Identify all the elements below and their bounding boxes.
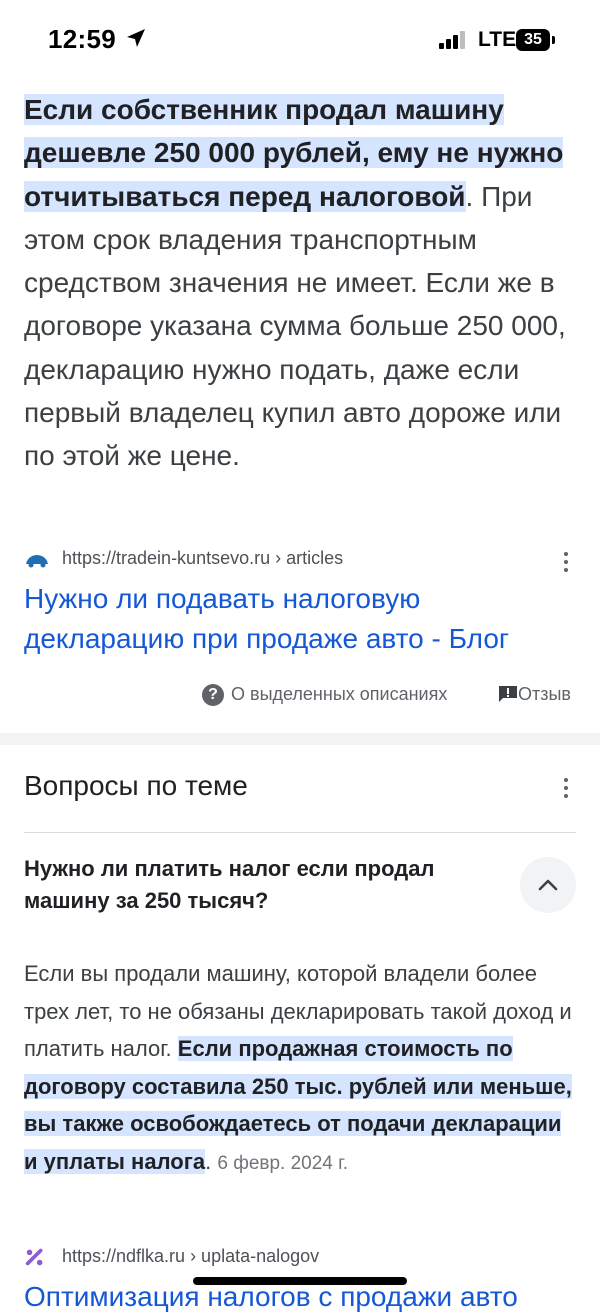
clock: 12:59	[48, 24, 116, 54]
result-title-link[interactable]: Нужно ли подавать налоговую декларацию п…	[24, 579, 580, 659]
cellular-signal-icon	[439, 31, 467, 49]
section-divider	[0, 733, 600, 745]
related-divider	[24, 832, 576, 833]
result-source[interactable]: https://tradein-kuntsevo.ru › articles	[24, 546, 580, 574]
help-icon[interactable]: ?	[202, 684, 224, 706]
related-questions-title: Вопросы по теме	[24, 770, 248, 801]
snippet-rest: . При этом срок владения транспортным ср…	[24, 180, 566, 472]
network-type: LTE	[478, 28, 517, 51]
related-answer: Если вы продали машину, которой владели …	[24, 955, 576, 1182]
site-favicon-icon	[26, 555, 48, 568]
feedback-link[interactable]: Отзыв	[518, 684, 571, 705]
battery-level: 35	[516, 29, 550, 51]
location-arrow-icon	[127, 29, 145, 47]
related-question[interactable]: Нужно ли платить налог если продал машин…	[24, 853, 494, 917]
related-more-options-icon[interactable]	[554, 776, 578, 800]
answer-source[interactable]: https://ndflka.ru › uplata-nalogov	[24, 1246, 580, 1274]
home-indicator[interactable]	[193, 1277, 407, 1285]
site-favicon-icon	[25, 1248, 43, 1266]
answer-source-url[interactable]: https://ndflka.ru › uplata-nalogov	[62, 1246, 319, 1267]
answer-end: .	[205, 1148, 212, 1174]
collapse-button[interactable]	[520, 857, 576, 913]
battery-icon: 35	[516, 29, 555, 51]
status-bar: 12:59 LTE 35	[0, 0, 600, 80]
more-options-icon[interactable]	[554, 550, 578, 574]
snippet-footer: ? О выделенных описаниях Отзыв	[0, 682, 600, 712]
result-url[interactable]: https://tradein-kuntsevo.ru › articles	[62, 548, 343, 569]
feedback-icon[interactable]	[498, 685, 518, 703]
chevron-up-icon	[538, 879, 558, 891]
answer-date: 6 февр. 2024 г.	[217, 1152, 349, 1174]
answer-source-title-link[interactable]: Оптимизация налогов с продажи авто	[24, 1281, 518, 1313]
about-snippets-link[interactable]: О выделенных описаниях	[231, 684, 447, 705]
featured-snippet-text: Если собственник продал машину дешевле 2…	[24, 88, 580, 478]
